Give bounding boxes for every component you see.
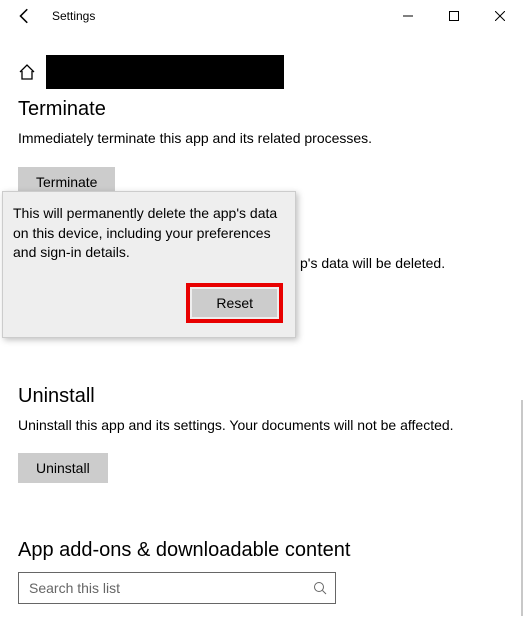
terminate-heading: Terminate <box>18 98 505 121</box>
home-icon[interactable] <box>18 63 36 81</box>
uninstall-desc: Uninstall this app and its settings. You… <box>18 416 505 436</box>
highlight-box: Reset <box>186 283 283 323</box>
reset-confirm-text: This will permanently delete the app's d… <box>13 204 283 263</box>
addons-search-input[interactable] <box>27 579 313 597</box>
title-bar: Settings <box>0 0 523 32</box>
app-name-redacted <box>46 55 284 89</box>
search-icon <box>313 581 327 595</box>
close-button[interactable] <box>477 0 523 32</box>
reset-confirm-popup: This will permanently delete the app's d… <box>2 191 296 338</box>
addons-heading: App add-ons & downloadable content <box>18 539 505 562</box>
uninstall-heading: Uninstall <box>18 385 505 408</box>
reset-confirm-button[interactable]: Reset <box>192 289 277 317</box>
minimize-button[interactable] <box>385 0 431 32</box>
maximize-button[interactable] <box>431 0 477 32</box>
back-icon[interactable] <box>16 7 34 25</box>
terminate-desc: Immediately terminate this app and its r… <box>18 129 505 149</box>
uninstall-button[interactable]: Uninstall <box>18 453 108 483</box>
addons-search[interactable] <box>18 572 336 604</box>
window-title: Settings <box>52 9 95 23</box>
window-controls <box>385 0 523 32</box>
